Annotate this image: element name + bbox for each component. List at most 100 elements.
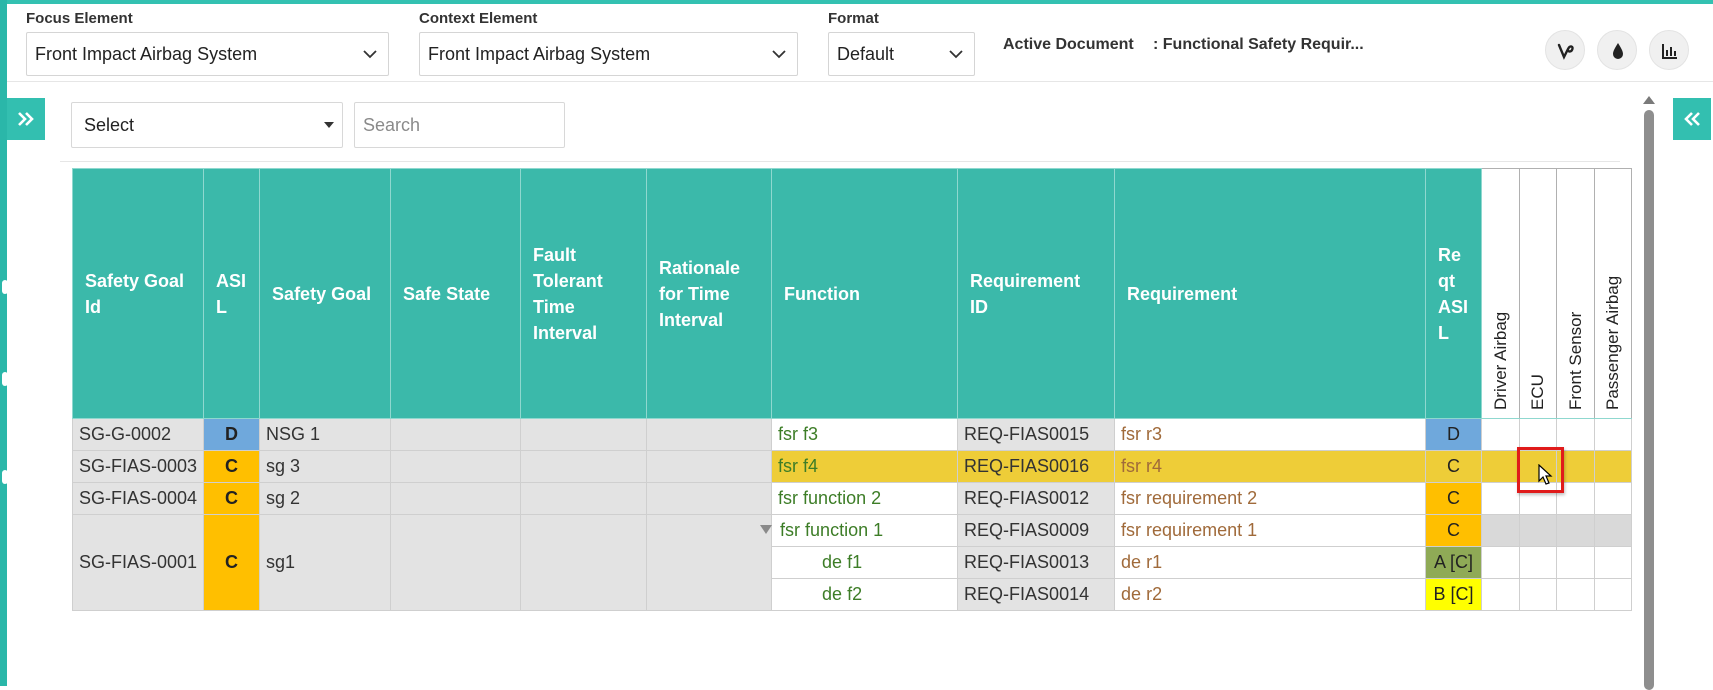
requirement-cell[interactable]: fsr requirement 1 xyxy=(1114,514,1427,547)
chevron-down-icon xyxy=(363,50,377,59)
allocation-cell[interactable] xyxy=(1556,546,1596,579)
safety-goal-cell: sg 2 xyxy=(259,482,392,515)
table-row[interactable]: SG-FIAS-0001 C sg1 fsr function 1 REQ-FI… xyxy=(71,514,1633,611)
header-reqt-asil[interactable]: Reqt ASIL xyxy=(1425,168,1483,419)
header-driver-airbag[interactable]: Driver Airbag xyxy=(1481,168,1521,419)
allocation-cell[interactable] xyxy=(1556,418,1596,451)
header-safety-goal-id[interactable]: Safety Goal Id xyxy=(71,168,205,419)
double-chevron-left-icon xyxy=(1684,112,1700,126)
vertical-scrollbar[interactable] xyxy=(1643,96,1655,690)
safe-state-cell xyxy=(390,450,522,483)
header-safety-goal[interactable]: Safety Goal xyxy=(259,168,392,419)
allocation-cell[interactable] xyxy=(1594,418,1633,451)
requirement-id-cell: REQ-FIAS0013 xyxy=(957,546,1116,579)
header-front-sensor-label: Front Sensor xyxy=(1565,311,1585,410)
reqt-asil-cell: C xyxy=(1425,450,1483,483)
context-element-dropdown[interactable]: Front Impact Airbag System xyxy=(419,32,798,76)
allocation-cell[interactable] xyxy=(1519,578,1558,611)
table-row[interactable]: SG-FIAS-0003 C sg 3 fsr f4 REQ-FIAS0016 … xyxy=(71,450,1633,483)
header-rationale[interactable]: Rationale for Time Interval xyxy=(646,168,773,419)
allocation-cell[interactable] xyxy=(1481,450,1521,483)
search-input[interactable] xyxy=(354,102,565,148)
header-function[interactable]: Function xyxy=(771,168,959,419)
allocation-cell[interactable] xyxy=(1594,546,1633,579)
requirement-id-cell: REQ-FIAS0015 xyxy=(957,418,1116,451)
reqt-asil-cell: C xyxy=(1425,482,1483,515)
header-requirement-id[interactable]: Requirement ID xyxy=(957,168,1116,419)
asil-cell: C xyxy=(203,450,261,483)
table-row[interactable]: SG-FIAS-0004 C sg 2 fsr function 2 REQ-F… xyxy=(71,482,1633,515)
allocation-cell[interactable] xyxy=(1519,418,1558,451)
allocation-cell xyxy=(1594,514,1633,547)
function-cell[interactable]: de f1 xyxy=(771,546,959,579)
asil-cell: C xyxy=(203,514,261,611)
requirement-cell[interactable]: fsr requirement 2 xyxy=(1114,482,1427,515)
reqt-asil-cell: C xyxy=(1425,514,1483,547)
rationale-cell xyxy=(646,450,773,483)
safety-goal-id-cell: SG-FIAS-0003 xyxy=(71,450,205,483)
allocation-cell[interactable] xyxy=(1481,482,1521,515)
allocation-cell xyxy=(1519,514,1558,547)
bar-chart-icon xyxy=(1662,44,1677,59)
allocation-cell[interactable] xyxy=(1594,482,1633,515)
function-cell[interactable]: fsr f3 xyxy=(771,418,959,451)
vine-tool-button[interactable] xyxy=(1545,30,1585,70)
allocation-cell[interactable] xyxy=(1481,418,1521,451)
header-safe-state[interactable]: Safe State xyxy=(390,168,522,419)
requirement-cell[interactable]: fsr r4 xyxy=(1114,450,1427,483)
format-dropdown[interactable]: Default xyxy=(828,32,975,76)
allocation-cell[interactable] xyxy=(1519,546,1558,579)
focus-element-label: Focus Element xyxy=(26,10,133,27)
allocation-cell[interactable] xyxy=(1594,450,1633,483)
function-cell[interactable]: fsr f4 xyxy=(771,450,959,483)
mouse-cursor-icon xyxy=(1538,464,1553,485)
drop-tool-button[interactable] xyxy=(1597,30,1637,70)
safety-goal-id-cell: SG-FIAS-0001 xyxy=(71,514,205,611)
filter-select[interactable]: Select xyxy=(71,102,343,148)
edge-marker xyxy=(2,470,8,484)
requirement-cell[interactable]: de r1 xyxy=(1114,546,1427,579)
header-front-sensor[interactable]: Front Sensor xyxy=(1556,168,1596,419)
divider xyxy=(60,161,1620,162)
safe-state-cell xyxy=(390,418,522,451)
allocation-cell[interactable] xyxy=(1594,578,1633,611)
double-chevron-right-icon xyxy=(18,112,34,126)
function-cell[interactable]: fsr function 1 xyxy=(760,514,959,547)
focus-element-value: Front Impact Airbag System xyxy=(35,44,258,64)
requirement-id-cell: REQ-FIAS0016 xyxy=(957,450,1116,483)
chart-tool-button[interactable] xyxy=(1649,30,1689,70)
collapse-triangle-icon[interactable] xyxy=(760,525,773,534)
edge-marker xyxy=(2,280,8,294)
allocation-cell[interactable] xyxy=(1556,578,1596,611)
safety-goal-id-cell: SG-G-0002 xyxy=(71,418,205,451)
expand-left-panel-button[interactable] xyxy=(7,98,45,140)
allocation-cell[interactable] xyxy=(1481,578,1521,611)
requirement-id-cell: REQ-FIAS0009 xyxy=(957,514,1116,547)
chevron-down-icon xyxy=(772,50,786,59)
requirement-id-cell: REQ-FIAS0014 xyxy=(957,578,1116,611)
format-value: Default xyxy=(837,44,895,64)
safety-goal-id-cell: SG-FIAS-0004 xyxy=(71,482,205,515)
function-cell[interactable]: fsr function 2 xyxy=(771,482,959,515)
requirement-cell[interactable]: fsr r3 xyxy=(1114,418,1427,451)
function-cell[interactable]: de f2 xyxy=(771,578,959,611)
expand-right-panel-button[interactable] xyxy=(1673,98,1711,140)
header-asil[interactable]: ASIL xyxy=(203,168,261,419)
filter-select-value: Select xyxy=(84,115,135,135)
header-ecu[interactable]: ECU xyxy=(1519,168,1558,419)
function-label: fsr function 1 xyxy=(780,520,884,540)
safe-state-cell xyxy=(390,482,522,515)
active-document-label: Active Document xyxy=(1003,36,1134,53)
header-passenger-airbag[interactable]: Passenger Airbag xyxy=(1594,168,1633,419)
header-ftti[interactable]: Fault Tolerant Time Interval xyxy=(520,168,648,419)
requirement-cell[interactable]: de r2 xyxy=(1114,578,1427,611)
table-row[interactable]: SG-G-0002 D NSG 1 fsr f3 REQ-FIAS0015 fs… xyxy=(71,418,1633,451)
rationale-cell xyxy=(646,418,773,451)
header-requirement[interactable]: Requirement xyxy=(1114,168,1427,419)
focus-element-dropdown[interactable]: Front Impact Airbag System xyxy=(26,32,389,76)
allocation-cell[interactable] xyxy=(1481,546,1521,579)
requirement-id-cell: REQ-FIAS0012 xyxy=(957,482,1116,515)
scroll-up-arrow-icon[interactable] xyxy=(1643,96,1655,104)
scrollbar-thumb[interactable] xyxy=(1644,110,1654,690)
requirements-table: Safety Goal Id ASIL Safety Goal Safe Sta… xyxy=(71,168,1633,611)
